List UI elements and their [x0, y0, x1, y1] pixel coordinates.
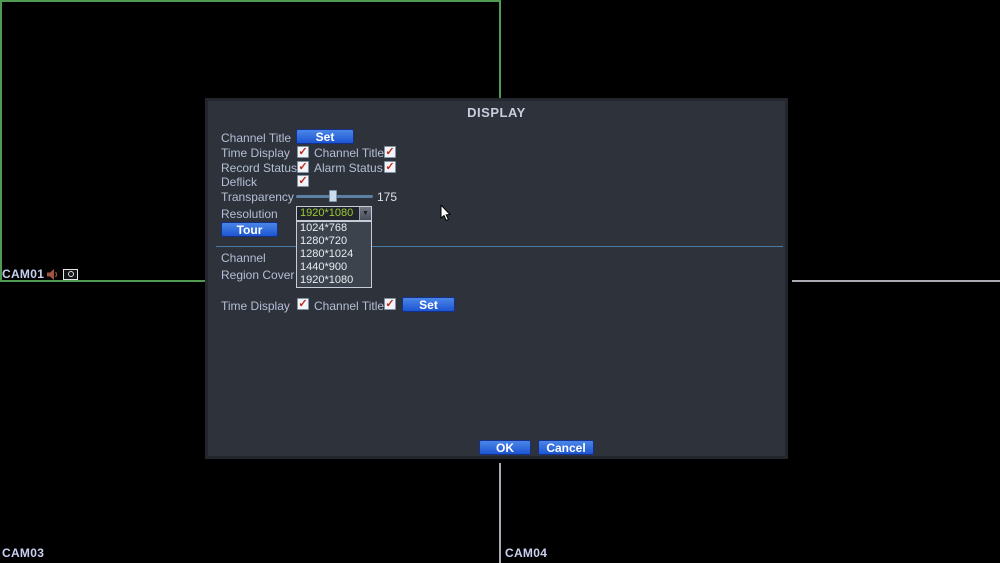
resolution-select[interactable]: 1920*1080 ▼ [296, 206, 372, 221]
record-status-label: Record Status [221, 161, 298, 175]
channel-title-checkbox[interactable]: ✓ [384, 146, 396, 158]
time-display-checkbox[interactable]: ✓ [297, 146, 309, 158]
resolution-selected-value: 1920*1080 [300, 207, 354, 219]
resolution-option[interactable]: 1280*1024 [297, 248, 371, 261]
deflick-label: Deflick [221, 175, 258, 189]
resolution-option[interactable]: 1440*900 [297, 261, 371, 274]
channel-label: Channel [221, 251, 266, 265]
bottom-channel-title-checkbox[interactable]: ✓ [384, 298, 396, 310]
transparency-slider[interactable] [296, 190, 373, 202]
cam03-name: CAM03 [2, 546, 45, 560]
transparency-label: Transparency [221, 190, 294, 204]
alarm-status-checkbox[interactable]: ✓ [384, 161, 396, 173]
cam01-name: CAM01 [2, 267, 45, 281]
bottom-time-display-label: Time Display [221, 299, 290, 313]
region-cover-set-button[interactable]: Set [402, 297, 455, 312]
camera-label-cam01: CAM01 [2, 267, 79, 281]
cam04-name: CAM04 [505, 546, 548, 560]
transparency-slider-thumb[interactable] [329, 190, 337, 202]
dialog-title: DISPLAY [467, 105, 526, 120]
resolution-option[interactable]: 1024*768 [297, 222, 371, 235]
record-status-checkbox[interactable]: ✓ [297, 161, 309, 173]
resolution-option[interactable]: 1920*1080 [297, 274, 371, 287]
speaker-icon [47, 268, 60, 280]
channel-title-label: Channel Title [221, 131, 292, 145]
cancel-button[interactable]: Cancel [538, 440, 594, 455]
camera-label-cam03: CAM03 [2, 546, 44, 560]
display-settings-dialog: DISPLAY Channel Title Set Time Display ✓… [205, 98, 788, 459]
ok-button[interactable]: OK [479, 440, 531, 455]
region-cover-label: Region Cover [221, 268, 295, 282]
channel-title-set-button[interactable]: Set [296, 129, 354, 144]
alarm-status-label: Alarm Status [314, 161, 383, 175]
bottom-time-display-checkbox[interactable]: ✓ [297, 298, 309, 310]
camera-label-cam04: CAM04 [505, 546, 547, 560]
resolution-label: Resolution [221, 207, 278, 221]
mouse-cursor-icon [440, 203, 452, 228]
monitor-status-icon [63, 268, 79, 280]
tour-button[interactable]: Tour [221, 222, 278, 237]
transparency-value: 175 [377, 190, 398, 204]
dvr-screen: CAM01 CAM03 CAM04 DISPLAY Channel Title … [0, 0, 1000, 563]
deflick-checkbox[interactable]: ✓ [297, 175, 309, 187]
channel-title-checkbox-label: Channel Title [314, 146, 385, 160]
resolution-dropdown-list: 1024*768 1280*720 1280*1024 1440*900 192… [296, 221, 372, 288]
time-display-label: Time Display [221, 146, 290, 160]
chevron-down-icon[interactable]: ▼ [359, 207, 371, 220]
bottom-channel-title-label: Channel Title [314, 299, 385, 313]
resolution-option[interactable]: 1280*720 [297, 235, 371, 248]
